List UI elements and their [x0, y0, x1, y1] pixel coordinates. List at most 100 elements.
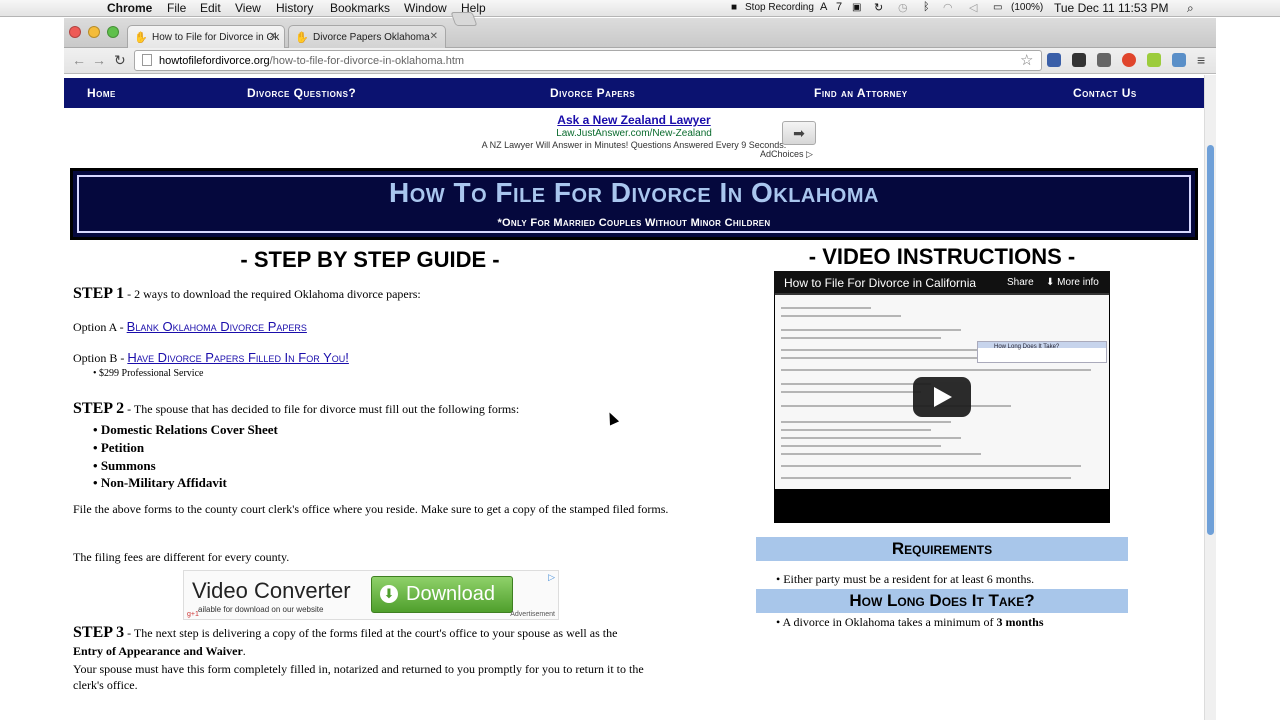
bookmark-star-icon[interactable]: ☆ [1020, 51, 1033, 69]
tab-title: How to File for Divorce in Ok [152, 32, 280, 43]
step3-after: . [242, 644, 246, 658]
page-title: How To File For Divorce In Oklahoma [389, 177, 879, 208]
extension-icon[interactable] [1147, 53, 1161, 67]
battery-icon[interactable]: ▭ [993, 2, 1002, 13]
menu-bookmarks[interactable]: Bookmarks [330, 1, 390, 15]
tab-strip: ✋ How to File for Divorce in Ok ✕ ✋ Divo… [64, 18, 1216, 48]
tab-close-icon[interactable]: ✕ [269, 31, 277, 42]
step3-line: STEP 3 - The next step is delivering a c… [73, 624, 617, 642]
extension-icon[interactable] [1047, 53, 1061, 67]
download-label: Download [406, 583, 495, 605]
step3-form-line: Entry of Appearance and Waiver. [73, 644, 246, 659]
play-icon [934, 387, 952, 407]
stumbleupon-icon[interactable] [1122, 53, 1136, 67]
time-machine-icon[interactable]: ◷ [898, 1, 908, 14]
step2-text: - The spouse that has decided to file fo… [124, 402, 520, 416]
nav-home[interactable]: Home [87, 86, 116, 100]
step1-text: - 2 ways to download the required Oklaho… [124, 287, 421, 301]
bluetooth-icon[interactable]: ᛒ [923, 1, 930, 13]
menu-view[interactable]: View [235, 1, 261, 15]
more-info-label: More info [1057, 277, 1099, 288]
step1-line: STEP 1 - 2 ways to download the required… [73, 285, 421, 303]
how-long-duration: 3 months [996, 615, 1044, 629]
option-a: Option A - Blank Oklahoma Divorce Papers [73, 319, 307, 335]
site-nav: Home Divorce Questions? Divorce Papers F… [64, 78, 1204, 108]
video-title[interactable]: How to File For Divorce in California [784, 276, 989, 290]
top-ad-url[interactable]: Law.JustAnswer.com/New-Zealand [444, 128, 824, 139]
ad-download-button[interactable]: ⬇ Download [371, 576, 513, 613]
tab-divorce-papers[interactable]: ✋ Divorce Papers Oklahoma ✕ [288, 25, 446, 48]
back-arrow-icon[interactable]: ← [72, 52, 86, 68]
page-icon [142, 54, 152, 66]
ad-note: ailable for download on our website [198, 605, 324, 614]
sync-icon[interactable]: ↻ [874, 1, 883, 14]
video-heading: - VIDEO INSTRUCTIONS - [808, 244, 1076, 269]
menu-file[interactable]: File [167, 1, 186, 15]
option-b: Option B - Have Divorce Papers Filled In… [73, 350, 349, 366]
step2-label: STEP 2 [73, 400, 125, 417]
tab-how-to-file[interactable]: ✋ How to File for Divorce in Ok ✕ [127, 25, 285, 48]
filled-papers-link[interactable]: Have Divorce Papers Filled In For You! [127, 350, 349, 365]
option-b-prefix: Option B - [73, 351, 128, 365]
video-more-info-button[interactable]: ⬇ More info [1046, 277, 1099, 288]
mac-menubar: Chrome File Edit View History Bookmarks … [0, 0, 1280, 17]
extension-icon[interactable] [1072, 53, 1086, 67]
blank-papers-link[interactable]: Blank Oklahoma Divorce Papers [127, 319, 307, 334]
window-zoom-button[interactable] [107, 26, 119, 38]
menu-window[interactable]: Window [404, 1, 447, 15]
step3-para: Your spouse must have this form complete… [73, 662, 644, 692]
guide-heading: - STEP BY STEP GUIDE - [240, 247, 500, 272]
how-long-text: A divorce in Oklahoma takes a minimum of [782, 615, 997, 629]
gplus-badge[interactable]: g+1 [187, 611, 199, 618]
step2-para1: File the above forms to the county court… [73, 502, 669, 516]
address-bar[interactable]: howtofilefordivorce.org/how-to-file-for-… [134, 50, 1042, 71]
option-a-prefix: Option A - [73, 320, 127, 334]
requirements-heading: Requirements [756, 537, 1128, 561]
youtube-video-player[interactable]: How Long Does It Take? How to File For D… [774, 271, 1110, 523]
step3-text: - The next step is delivering a copy of … [124, 626, 618, 640]
ad-title[interactable]: Video Converter [192, 578, 351, 604]
stop-recording-label[interactable]: Stop Recording [745, 2, 814, 13]
list-item: Petition [93, 440, 144, 456]
window-minimize-button[interactable] [88, 26, 100, 38]
nav-contact-us[interactable]: Contact Us [1073, 86, 1137, 100]
download-arrow-icon: ⬇ [380, 585, 398, 603]
favicon-icon: ✋ [134, 32, 148, 44]
play-button[interactable] [913, 377, 971, 417]
menu-edit[interactable]: Edit [200, 1, 221, 15]
volume-icon[interactable]: ◁ [969, 1, 977, 14]
list-item: Non-Military Affidavit [93, 475, 227, 491]
stop-recording-icon[interactable]: ■ [731, 2, 737, 13]
favicon-icon: ✋ [295, 32, 309, 44]
list-item: Either party must be a resident for at l… [776, 572, 1034, 587]
chrome-menu-icon[interactable]: ≡ [1197, 52, 1205, 68]
page-subtitle: *Only For Married Couples Without Minor … [497, 217, 771, 229]
video-share-button[interactable]: Share [1007, 277, 1034, 288]
adchoices-link[interactable]: AdChoices ▷ [760, 149, 813, 160]
extension-icon[interactable] [1097, 53, 1111, 67]
clock[interactable]: Tue Dec 11 11:53 PM [1054, 1, 1169, 15]
top-ad-title[interactable]: Ask a New Zealand Lawyer [444, 113, 824, 127]
forward-arrow-icon[interactable]: → [92, 52, 106, 68]
monitor-icon[interactable]: ▣ [852, 2, 861, 13]
nav-divorce-papers[interactable]: Divorce Papers [550, 86, 635, 100]
menu-history[interactable]: History [276, 1, 313, 15]
extension-icon[interactable] [1172, 53, 1186, 67]
menu-app-chrome[interactable]: Chrome [107, 1, 152, 15]
nav-divorce-questions[interactable]: Divorce Questions? [247, 86, 356, 100]
spotlight-search-icon[interactable]: ⌕ [1187, 1, 1194, 16]
reload-icon[interactable]: ↻ [114, 52, 126, 69]
ai-icon[interactable]: A [820, 1, 827, 13]
thumbnail-callout: How Long Does It Take? [977, 341, 1107, 363]
page-title-banner: How To File For Divorce In Oklahoma *Onl… [70, 168, 1198, 240]
nav-find-attorney[interactable]: Find an Attorney [814, 86, 908, 100]
window-close-button[interactable] [69, 26, 81, 38]
adchoices-icon[interactable]: ▷ [548, 572, 555, 583]
video-converter-ad[interactable]: Video Converter ailable for download on … [183, 570, 559, 620]
status-badge-count: 7 [836, 1, 843, 13]
wifi-icon[interactable]: ◠ [943, 1, 953, 14]
new-tab-button[interactable] [450, 12, 478, 26]
scrollbar-thumb[interactable] [1207, 145, 1214, 535]
tab-close-icon[interactable]: ✕ [430, 31, 438, 42]
ad-arrow-button[interactable]: ➡ [782, 121, 816, 145]
